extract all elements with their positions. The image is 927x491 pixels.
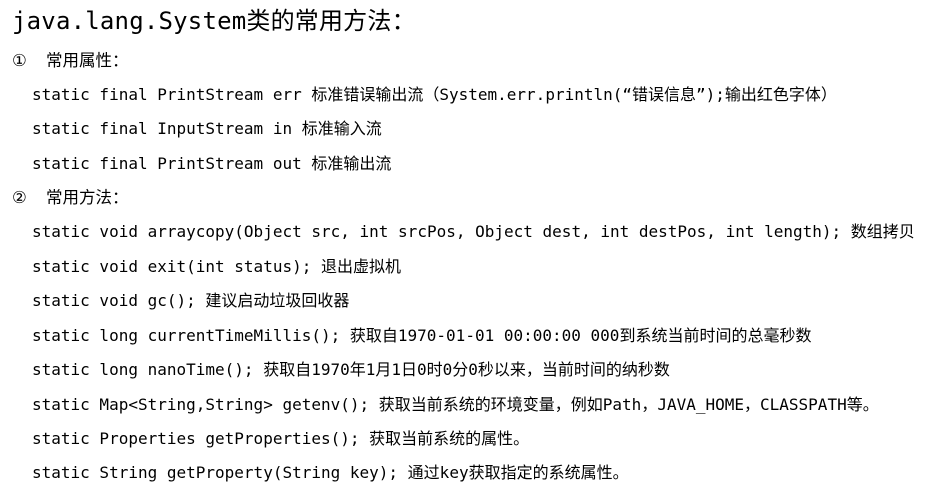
method-item-arraycopy: static void arraycopy(Object src, int sr… [32, 222, 915, 241]
properties-number: ① [12, 51, 27, 70]
methods-heading: ② 常用方法： [12, 187, 129, 209]
method-item-gc: static void gc(); 建议启动垃圾回收器 [32, 291, 350, 310]
method-item-currenttimemillis: static long currentTimeMillis(); 获取自1970… [32, 326, 812, 345]
method-item-nanotime: static long nanoTime(); 获取自1970年1月1日0时0分… [32, 360, 670, 379]
methods-number: ② [12, 188, 27, 207]
property-item-out: static final PrintStream out 标准输出流 [32, 154, 392, 173]
document-page: java.lang.System类的常用方法： ① 常用属性： static fi… [0, 0, 927, 491]
property-item-err: static final PrintStream err 标准错误输出流（Sys… [32, 85, 837, 104]
properties-heading: ① 常用属性： [12, 50, 129, 72]
method-item-getproperty: static String getProperty(String key); 通… [32, 463, 629, 482]
method-item-getproperties: static Properties getProperties(); 获取当前系… [32, 429, 530, 448]
property-item-in: static final InputStream in 标准输入流 [32, 119, 382, 138]
properties-heading-label: 常用属性： [46, 51, 129, 70]
page-title: java.lang.System类的常用方法： [12, 7, 416, 35]
methods-heading-label: 常用方法： [46, 188, 129, 207]
method-item-getenv: static Map<String,String> getenv(); 获取当前… [32, 395, 879, 414]
method-item-exit: static void exit(int status); 退出虚拟机 [32, 257, 401, 276]
